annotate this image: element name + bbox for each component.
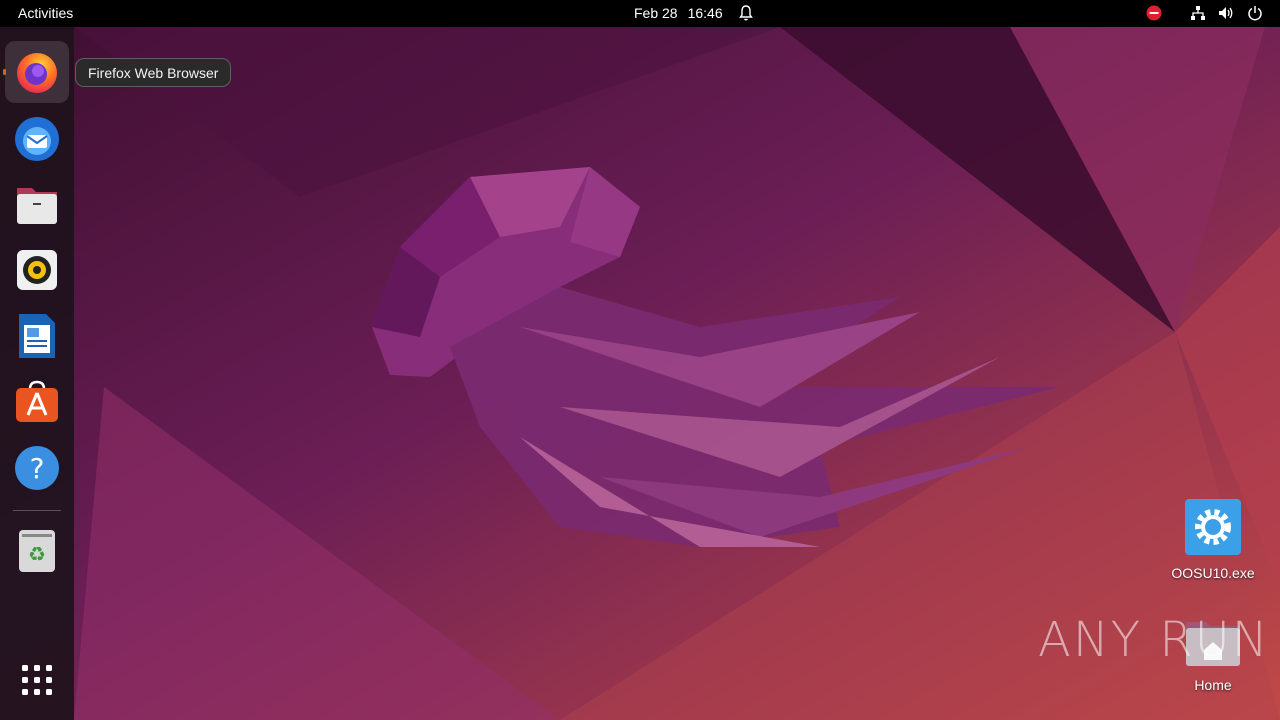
bell-icon[interactable] <box>738 4 754 22</box>
dock: ? ♻ <box>0 27 74 720</box>
desktop-icon-oosu10[interactable]: OOSU10.exe <box>1168 498 1258 581</box>
gear-icon <box>1185 499 1241 555</box>
rhythmbox-icon <box>17 250 57 290</box>
firefox-tooltip: Firefox Web Browser <box>75 58 232 87</box>
svg-text:?: ? <box>30 452 45 485</box>
dock-item-thunderbird[interactable] <box>5 107 69 169</box>
network-icon[interactable] <box>1190 5 1206 21</box>
files-icon <box>17 188 57 224</box>
dock-item-ubuntu-software[interactable] <box>5 371 69 433</box>
desktop-icon-label: OOSU10.exe <box>1171 565 1255 581</box>
time-label: 16:46 <box>687 5 723 21</box>
clock-button[interactable]: Feb 28 16:46 <box>634 5 723 21</box>
svg-text:♻: ♻ <box>28 542 46 566</box>
dock-item-firefox[interactable] <box>3 41 69 103</box>
app-grid-icon <box>22 665 52 695</box>
anyrun-watermark: ANY RUN <box>1038 612 1270 668</box>
desktop-icon-label: Home <box>1194 677 1232 693</box>
thunderbird-icon <box>15 117 59 161</box>
dock-item-rhythmbox[interactable] <box>5 239 69 301</box>
dock-item-libreoffice-writer[interactable] <box>5 305 69 367</box>
activities-button[interactable]: Activities <box>18 5 73 21</box>
trash-icon: ♻ <box>19 530 55 572</box>
writer-icon <box>19 314 55 358</box>
top-bar: Activities Feb 28 16:46 <box>0 0 1280 27</box>
firefox-icon <box>17 53 57 93</box>
dock-item-files[interactable] <box>5 173 69 235</box>
dock-item-help[interactable]: ? <box>5 437 69 499</box>
power-icon[interactable] <box>1247 5 1263 21</box>
help-icon: ? <box>15 446 59 490</box>
volume-icon[interactable] <box>1218 5 1234 21</box>
do-not-disturb-icon[interactable] <box>1146 5 1162 21</box>
dock-separator <box>13 510 61 511</box>
dock-item-show-applications[interactable] <box>5 649 69 711</box>
software-icon <box>16 380 58 422</box>
dock-item-trash[interactable]: ♻ <box>5 519 69 581</box>
date-label: Feb 28 <box>634 5 678 21</box>
